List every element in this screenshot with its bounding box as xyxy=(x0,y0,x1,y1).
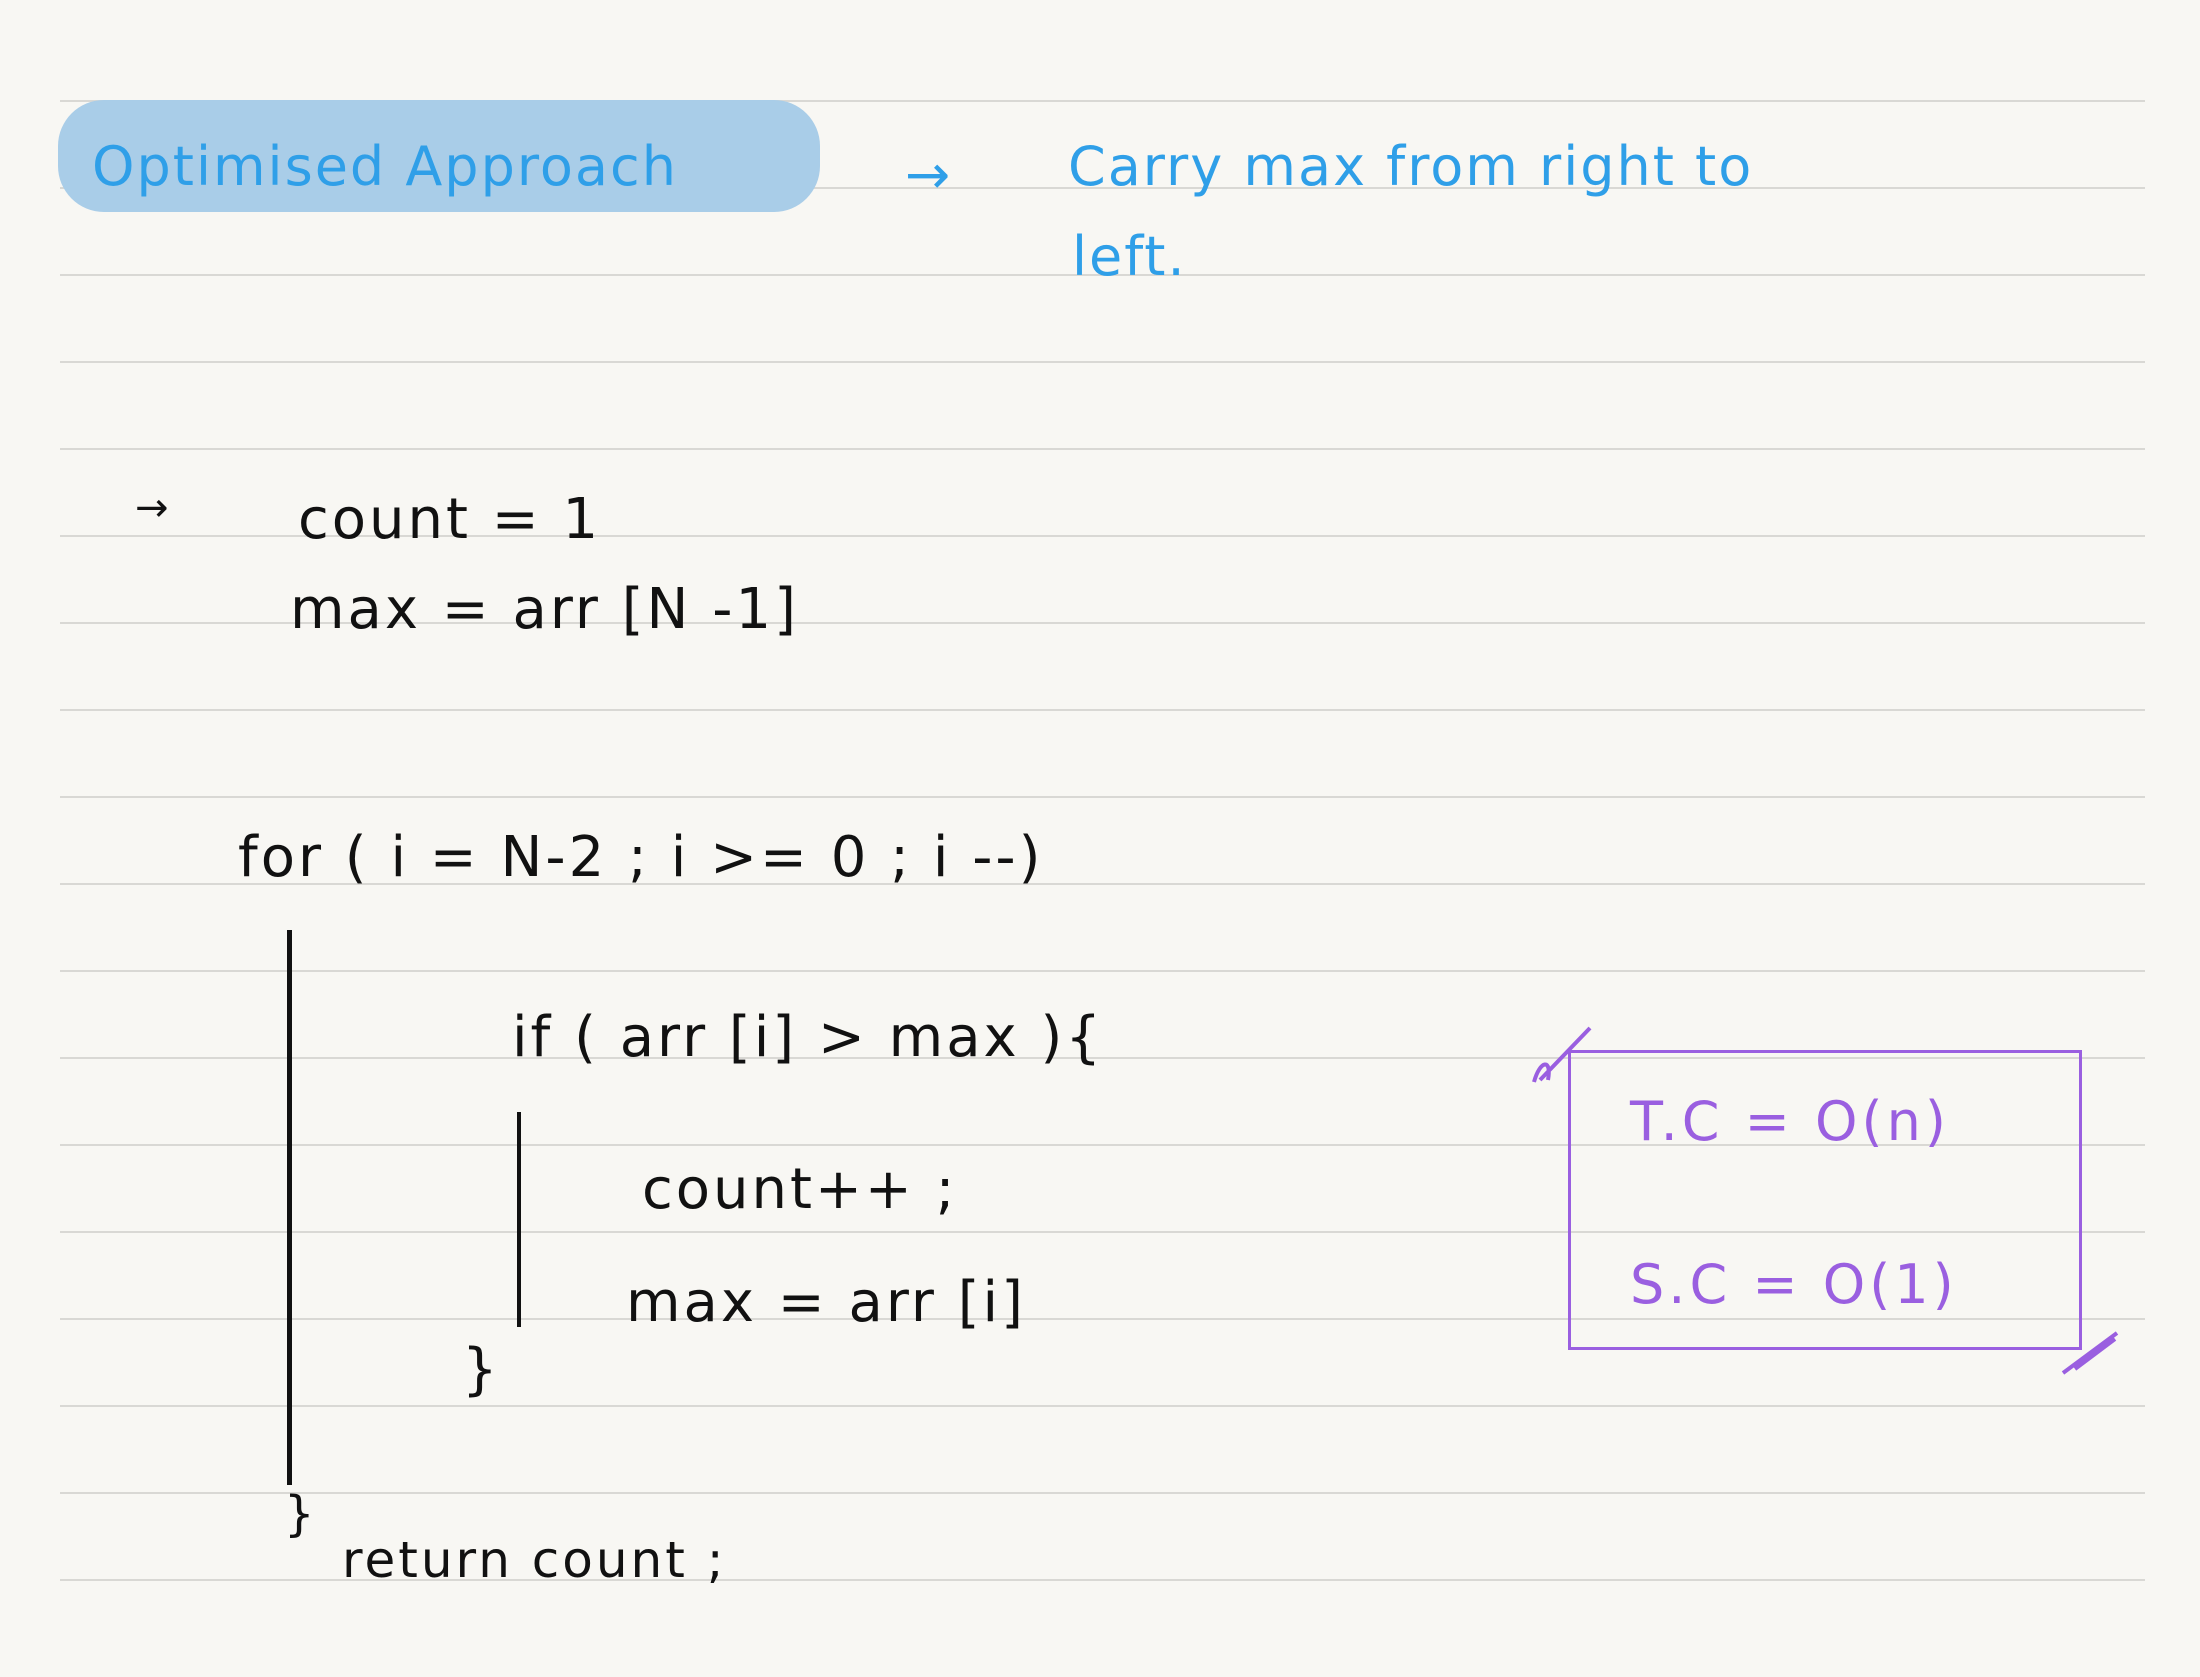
space-complexity: S.C = O(1) xyxy=(1630,1253,1958,1316)
note-line-2: left. xyxy=(1072,225,1187,288)
ruled-line xyxy=(60,361,2145,363)
code-count-init: count = 1 xyxy=(298,487,602,552)
code-max-init: max = arr [N -1] xyxy=(290,577,799,642)
box-corner-mark-top xyxy=(1532,1026,1592,1083)
ruled-line xyxy=(60,1492,2145,1494)
ruled-line xyxy=(60,709,2145,711)
box-corner-mark-bottom xyxy=(2061,1331,2119,1375)
code-for-close-brace: } xyxy=(284,1486,318,1542)
code-max-assign: max = arr [i] xyxy=(626,1270,1026,1335)
code-return: return count ; xyxy=(342,1531,727,1589)
if-body-bar xyxy=(517,1112,521,1327)
code-if-line: if ( arr [i] > max ){ xyxy=(512,1005,1104,1070)
bullet-arrow-icon: → xyxy=(135,485,172,531)
loop-body-bar xyxy=(287,930,292,1485)
notebook-page: Optimised Approach → Carry max from righ… xyxy=(0,0,2200,1677)
time-complexity: T.C = O(n) xyxy=(1630,1090,1950,1153)
code-if-close-brace: } xyxy=(462,1337,501,1402)
code-for-header: for ( i = N-2 ; i >= 0 ; i --) xyxy=(238,825,1044,890)
ruled-line xyxy=(60,1405,2145,1407)
ruled-line xyxy=(60,796,2145,798)
note-arrow-icon: → xyxy=(905,143,953,206)
title: Optimised Approach xyxy=(92,135,678,198)
note-line-1: Carry max from right to xyxy=(1068,135,1754,198)
ruled-line xyxy=(60,970,2145,972)
ruled-line xyxy=(60,448,2145,450)
code-count-increment: count++ ; xyxy=(642,1157,958,1222)
